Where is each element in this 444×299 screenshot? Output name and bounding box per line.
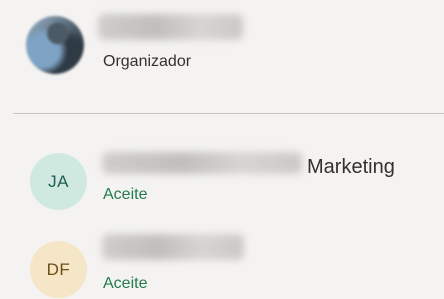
organizer-name-redacted <box>98 14 243 40</box>
section-divider <box>13 113 444 114</box>
attendee-status: Aceite <box>103 275 148 292</box>
attendee-avatar[interactable]: JA <box>30 153 87 210</box>
attendee-department: Marketing <box>307 156 395 178</box>
attendee-avatar[interactable]: DF <box>30 241 87 298</box>
attendee-status: Aceite <box>103 186 148 203</box>
organizer-avatar[interactable] <box>26 16 84 74</box>
organizer-role-label: Organizador <box>103 53 192 70</box>
attendee-name-redacted <box>102 234 244 260</box>
attendee-name-redacted <box>102 152 302 174</box>
